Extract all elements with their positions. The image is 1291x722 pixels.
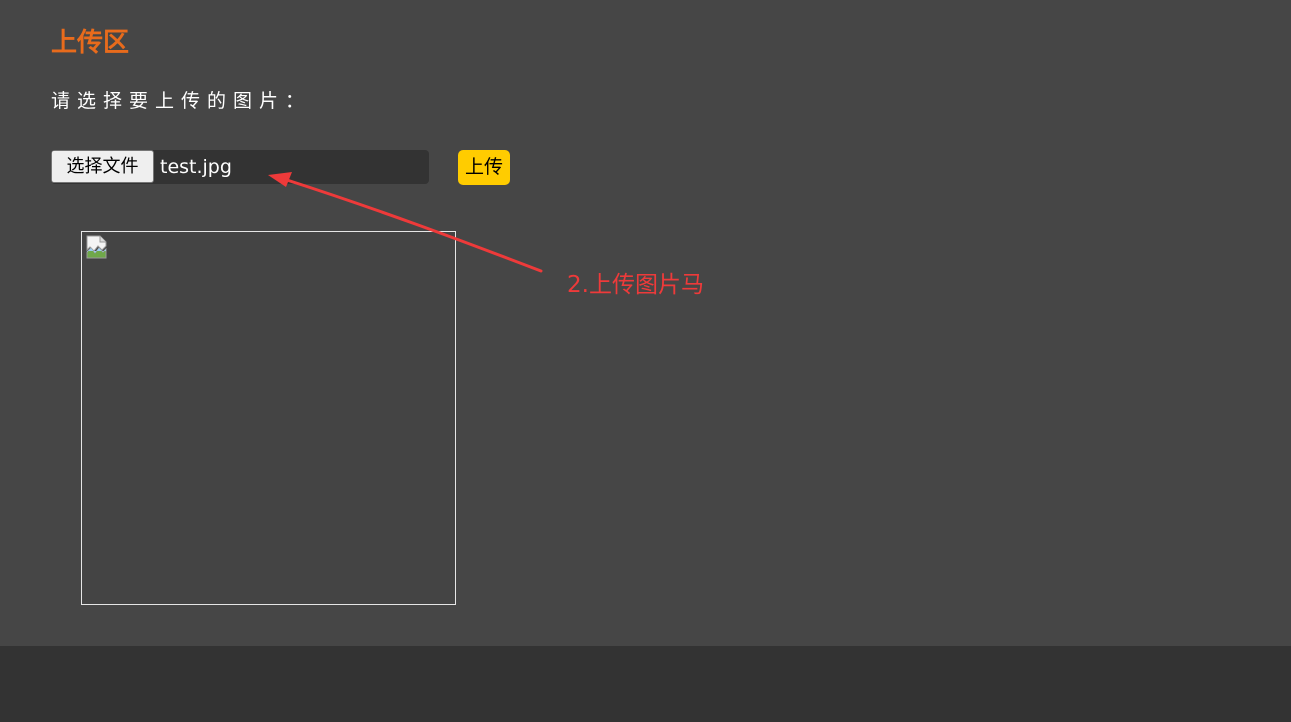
- broken-image-icon: [86, 235, 107, 259]
- choose-file-button[interactable]: 选择文件: [51, 150, 154, 183]
- footer: [0, 646, 1291, 722]
- main-area: 上传区 请选择要上传的图片： 选择文件 test.jpg 上传 2.上传图片马: [0, 0, 1291, 646]
- page: 上传区 请选择要上传的图片： 选择文件 test.jpg 上传 2.上传图片马: [0, 0, 1291, 722]
- upload-button[interactable]: 上传: [458, 150, 510, 185]
- page-title: 上传区: [51, 28, 130, 58]
- file-input[interactable]: 选择文件 test.jpg: [51, 150, 429, 184]
- image-preview: [81, 231, 456, 605]
- annotation-label: 2.上传图片马: [567, 272, 704, 298]
- upload-prompt: 请选择要上传的图片：: [51, 90, 312, 112]
- selected-file-name: test.jpg: [160, 156, 232, 178]
